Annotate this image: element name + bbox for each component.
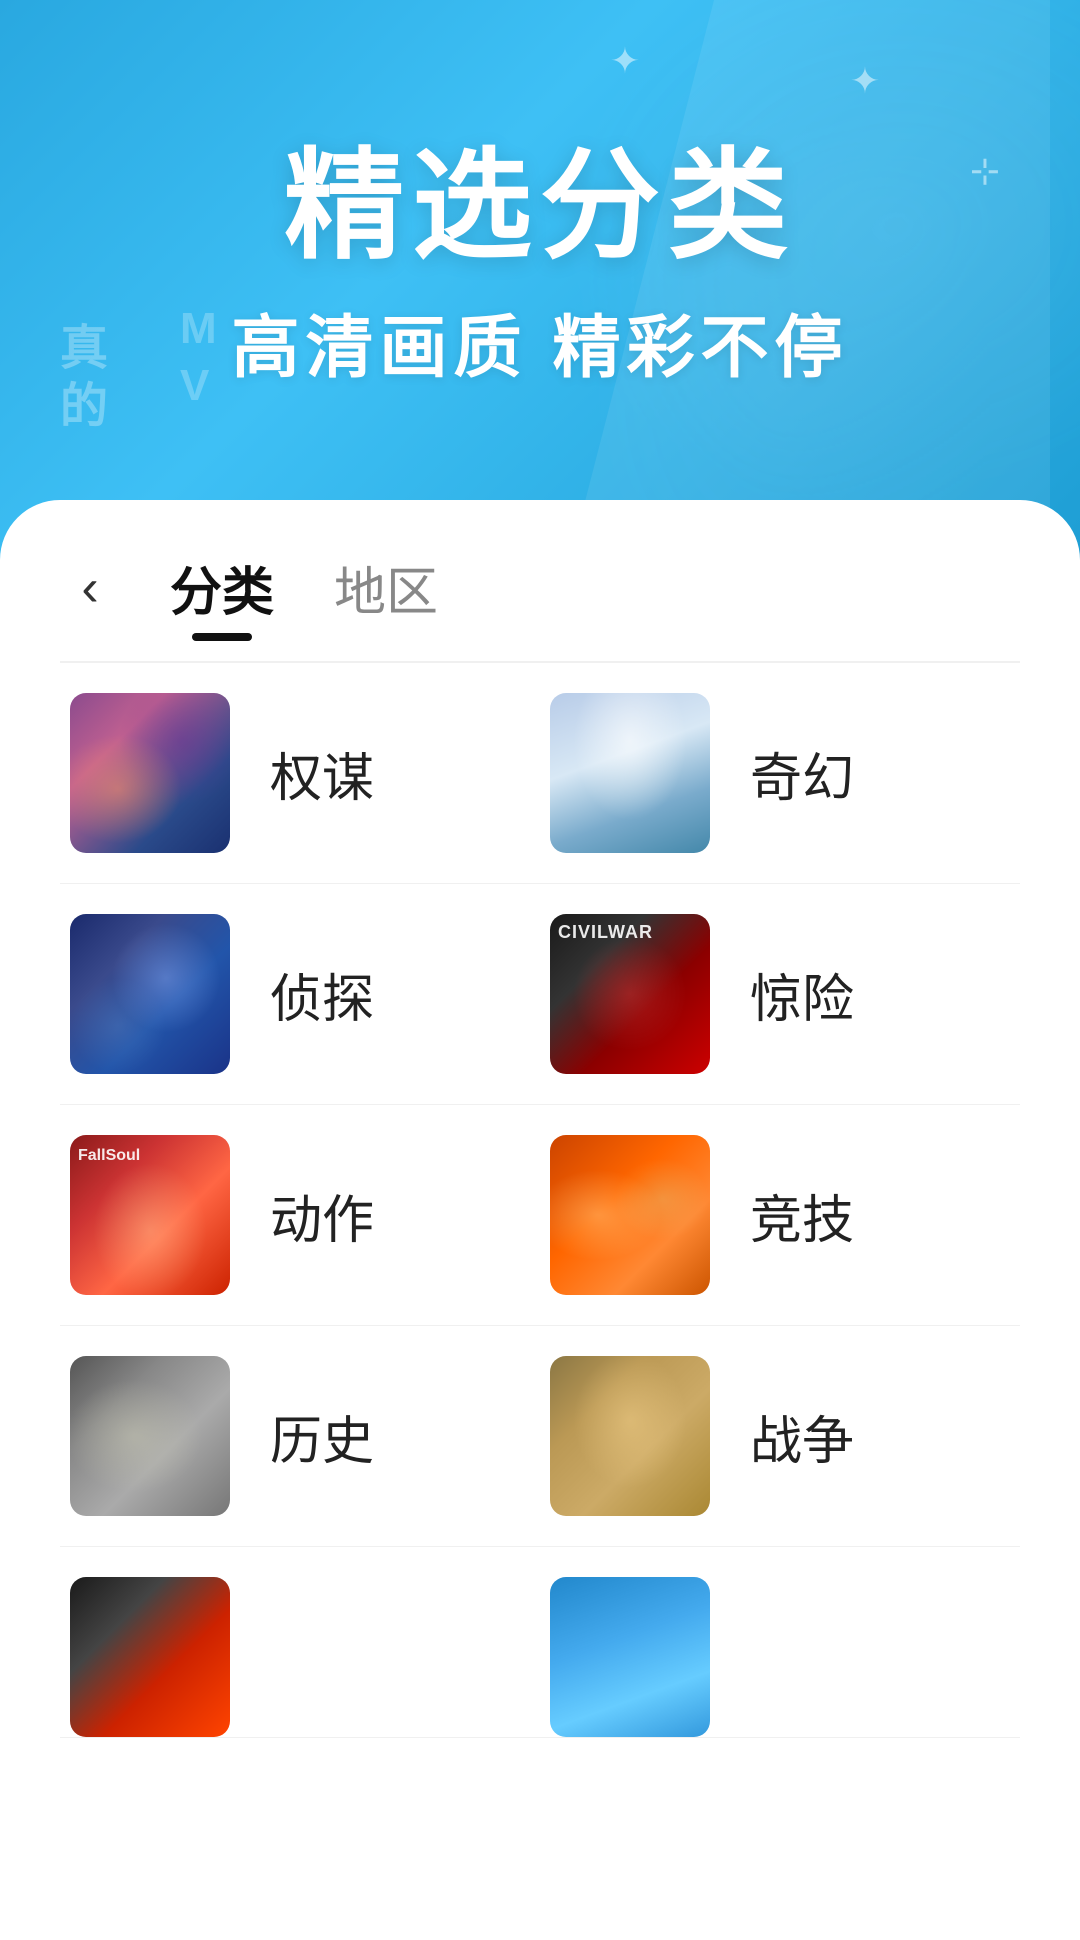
thumb-quanmou bbox=[70, 693, 230, 853]
back-button[interactable]: ‹ bbox=[60, 558, 120, 618]
tab-category[interactable]: 分类 bbox=[140, 550, 304, 625]
category-jingxian[interactable]: CIVILWAR 惊险 bbox=[540, 914, 1020, 1074]
thumb-jingji bbox=[550, 1135, 710, 1295]
cat-label-zhentao: 侦探 bbox=[270, 957, 374, 1032]
thumb-jingxian: CIVILWAR bbox=[550, 914, 710, 1074]
thumb-bottom1 bbox=[70, 1577, 230, 1737]
cat-label-jingxian: 惊险 bbox=[750, 957, 854, 1032]
thumb-zhentao bbox=[70, 914, 230, 1074]
cat-label-qihuan: 奇幻 bbox=[750, 736, 854, 811]
cat-label-jingji: 竞技 bbox=[750, 1178, 854, 1253]
category-quanmou[interactable]: 权谋 bbox=[60, 693, 540, 853]
civilwar-text: CIVILWAR bbox=[558, 922, 653, 943]
category-jingji[interactable]: 竞技 bbox=[540, 1135, 1020, 1295]
category-row-3: FallSoul 动作 竞技 bbox=[60, 1105, 1020, 1326]
nav-bar: ‹ 分类 地区 bbox=[0, 500, 1080, 625]
hero-title: 精选分类 高清画质 精彩不停 bbox=[0, 0, 1080, 391]
fallensoul-text: FallSoul bbox=[78, 1147, 140, 1165]
category-bottom2[interactable] bbox=[540, 1577, 1020, 1737]
category-lishi[interactable]: 历史 bbox=[60, 1356, 540, 1516]
thumb-bottom2 bbox=[550, 1577, 710, 1737]
hero-title-main: 精选分类 bbox=[0, 140, 1080, 272]
category-zhanzheng[interactable]: 战争 bbox=[540, 1356, 1020, 1516]
category-row-2: 侦探 CIVILWAR 惊险 bbox=[60, 884, 1020, 1105]
hero-section: 真的 MV ✦ ✦ ⊹ 精选分类 高清画质 精彩不停 bbox=[0, 0, 1080, 560]
category-row-5 bbox=[60, 1547, 1020, 1738]
cat-label-quanmou: 权谋 bbox=[270, 736, 374, 811]
thumb-qihuan bbox=[550, 693, 710, 853]
cat-label-lishi: 历史 bbox=[270, 1399, 374, 1474]
thumb-zhanzheng bbox=[550, 1356, 710, 1516]
category-qihuan[interactable]: 奇幻 bbox=[540, 693, 1020, 853]
category-bottom1[interactable] bbox=[60, 1577, 540, 1737]
main-card: ‹ 分类 地区 权谋 奇幻 侦探 CIVILWAR bbox=[0, 500, 1080, 1940]
category-dongzuo[interactable]: FallSoul 动作 bbox=[60, 1135, 540, 1295]
thumb-lishi bbox=[70, 1356, 230, 1516]
cat-label-zhanzheng: 战争 bbox=[750, 1399, 854, 1474]
category-zhentao[interactable]: 侦探 bbox=[60, 914, 540, 1074]
category-row-4: 历史 战争 bbox=[60, 1326, 1020, 1547]
tab-region[interactable]: 地区 bbox=[304, 550, 468, 625]
category-row-1: 权谋 奇幻 bbox=[60, 663, 1020, 884]
cat-label-dongzuo: 动作 bbox=[270, 1178, 374, 1253]
category-list: 权谋 奇幻 侦探 CIVILWAR 惊险 Fa bbox=[0, 663, 1080, 1738]
hero-title-sub: 高清画质 精彩不停 bbox=[0, 292, 1080, 391]
thumb-dongzuo: FallSoul bbox=[70, 1135, 230, 1295]
